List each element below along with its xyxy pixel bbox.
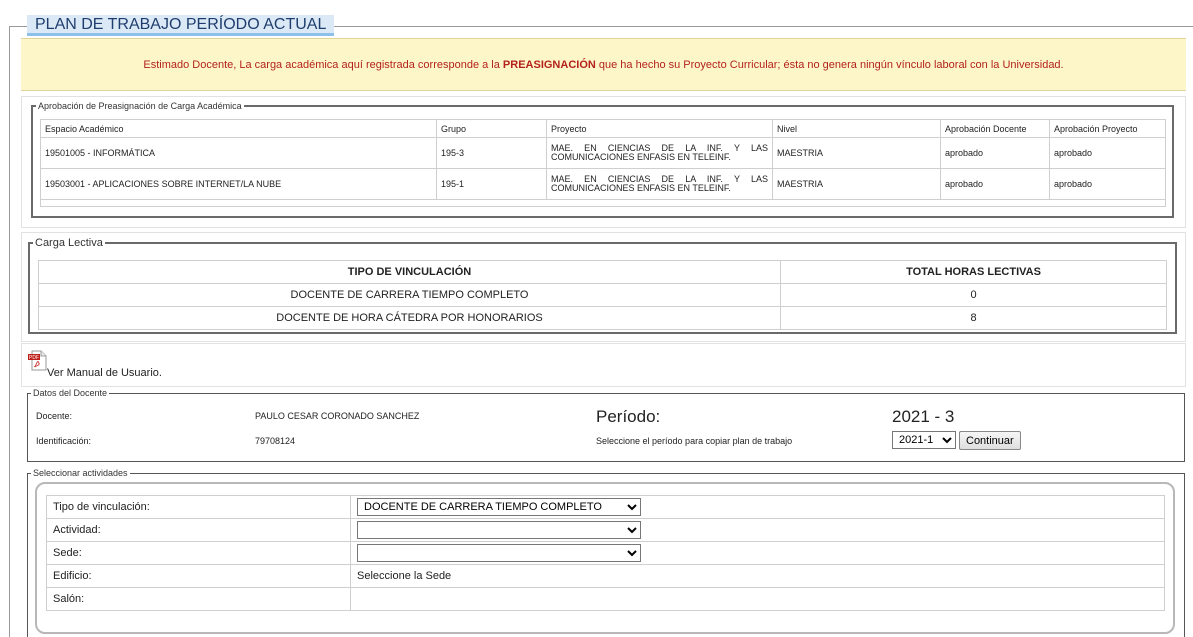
table-row: DOCENTE DE CARRERA TIEMPO COMPLETO 0 xyxy=(38,283,1167,307)
periodo-label: Período: xyxy=(596,407,661,426)
cell-tipo: DOCENTE DE HORA CÁTEDRA POR HONORARIOS xyxy=(38,306,781,330)
col-grupo: Grupo xyxy=(436,119,547,138)
cell-espacio: 19503001 - APLICACIONES SOBRE INTERNET/L… xyxy=(40,168,437,200)
col-aprob-proyecto: Aprobación Proyecto xyxy=(1049,119,1166,138)
actividades-box: Tipo de vinculación: DOCENTE DE CARRERA … xyxy=(35,482,1175,634)
identificacion-label: Identificación: xyxy=(36,436,92,446)
cell-nivel: MAESTRIA xyxy=(772,137,941,169)
sede-label: Sede: xyxy=(46,541,351,565)
lectiva-table: TIPO DE VINCULACIÓN TOTAL HORAS LECTIVAS… xyxy=(38,260,1167,330)
actividades-table: Tipo de vinculación: DOCENTE DE CARRERA … xyxy=(46,495,1165,611)
salon-label: Salón: xyxy=(46,587,351,611)
edificio-value: Seleccione la Sede xyxy=(350,564,1165,588)
copy-period-label: Seleccione el período para copiar plan d… xyxy=(596,436,793,446)
sede-row: Sede: xyxy=(46,541,1165,565)
approval-legend: Aprobación de Preasignación de Carga Aca… xyxy=(38,101,242,111)
lectiva-legend: Carga Lectiva xyxy=(35,237,103,249)
docente-label: Docente: xyxy=(36,411,73,421)
actividad-label: Actividad: xyxy=(46,518,351,542)
approval-fieldset: Aprobación de Preasignación de Carga Aca… xyxy=(31,101,1174,218)
col-nivel: Nivel xyxy=(772,119,941,138)
cell-tipo: DOCENTE DE CARRERA TIEMPO COMPLETO xyxy=(38,283,781,307)
lectiva-header-row: TIPO DE VINCULACIÓN TOTAL HORAS LECTIVAS xyxy=(38,260,1167,284)
cell-horas: 8 xyxy=(780,306,1167,330)
lectiva-fieldset: Carga Lectiva TIPO DE VINCULACIÓN TOTAL … xyxy=(28,237,1177,334)
cell-horas: 0 xyxy=(780,283,1167,307)
manual-link[interactable]: Ver Manual de Usuario. xyxy=(47,367,162,379)
col-total-horas: TOTAL HORAS LECTIVAS xyxy=(780,260,1167,284)
col-espacio: Espacio Académico xyxy=(40,119,437,138)
sede-select[interactable] xyxy=(357,544,641,562)
svg-text:PDF: PDF xyxy=(29,355,39,361)
pdf-icon[interactable]: PDF xyxy=(27,349,49,371)
copy-period-select[interactable]: 2021-1 xyxy=(892,431,956,449)
col-proyecto: Proyecto xyxy=(546,119,773,138)
edificio-row: Edificio: Seleccione la Sede xyxy=(46,564,1165,588)
edificio-label: Edificio: xyxy=(46,564,351,588)
page-title: PLAN DE TRABAJO PERÍODO ACTUAL xyxy=(27,15,335,36)
cell-grupo: 195-3 xyxy=(436,137,547,169)
table-row: 19501005 - INFORMÁTICA 195-3 MAE. EN CIE… xyxy=(40,137,1166,169)
actividad-row: Actividad: xyxy=(46,518,1165,542)
notice-text: Estimado Docente, La carga académica aqu… xyxy=(143,59,503,71)
tipo-vinculacion-row: Tipo de vinculación: DOCENTE DE CARRERA … xyxy=(46,495,1165,519)
notice-bold: PREASIGNACIÓN xyxy=(502,59,596,71)
cell-aprob-proyecto: aprobado xyxy=(1049,168,1166,200)
approval-header-row: Espacio Académico Grupo Proyecto Nivel A… xyxy=(40,119,1166,138)
sede-cell xyxy=(350,541,1165,565)
manual-panel xyxy=(21,343,1186,387)
cell-espacio: 19501005 - INFORMÁTICA xyxy=(40,137,437,169)
col-aprob-docente: Aprobación Docente xyxy=(940,119,1050,138)
tipo-vinculacion-cell: DOCENTE DE CARRERA TIEMPO COMPLETO xyxy=(350,495,1165,519)
cell-grupo: 195-1 xyxy=(436,168,547,200)
periodo-value: 2021 - 3 xyxy=(892,407,955,426)
salon-row: Salón: xyxy=(46,587,1165,611)
table-row: DOCENTE DE HORA CÁTEDRA POR HONORARIOS 8 xyxy=(38,306,1167,330)
cell-nivel: MAESTRIA xyxy=(772,168,941,200)
cell-proyecto: MAE. EN CIENCIAS DE LA INF. Y LAS COMUNI… xyxy=(546,137,773,169)
cell-proyecto: MAE. EN CIENCIAS DE LA INF. Y LAS COMUNI… xyxy=(546,168,773,200)
actividad-cell xyxy=(350,518,1165,542)
actividades-legend: Seleccionar actividades xyxy=(33,468,128,478)
continue-button[interactable]: Continuar xyxy=(959,431,1021,450)
actividad-select[interactable] xyxy=(357,521,641,539)
cell-aprob-proyecto: aprobado xyxy=(1049,137,1166,169)
tipo-vinculacion-select[interactable]: DOCENTE DE CARRERA TIEMPO COMPLETO xyxy=(357,498,641,516)
col-tipo-vinculacion: TIPO DE VINCULACIÓN xyxy=(38,260,781,284)
docente-legend: Datos del Docente xyxy=(33,388,108,398)
salon-value xyxy=(350,587,1165,611)
approval-table: Espacio Académico Grupo Proyecto Nivel A… xyxy=(40,119,1166,207)
table-row: 19503001 - APLICACIONES SOBRE INTERNET/L… xyxy=(40,168,1166,200)
tipo-vinculacion-label: Tipo de vinculación: xyxy=(46,495,351,519)
notice-text-end: que ha hecho su Proyecto Curricular; ést… xyxy=(595,59,1064,71)
cell-aprob-docente: aprobado xyxy=(940,137,1050,169)
identificacion-value: 79708124 xyxy=(255,436,296,446)
docente-name: PAULO CESAR CORONADO SANCHEZ xyxy=(255,411,420,421)
preassignment-notice: Estimado Docente, La carga académica aqu… xyxy=(21,38,1186,91)
cell-aprob-docente: aprobado xyxy=(940,168,1050,200)
table-row-empty xyxy=(40,199,1166,207)
